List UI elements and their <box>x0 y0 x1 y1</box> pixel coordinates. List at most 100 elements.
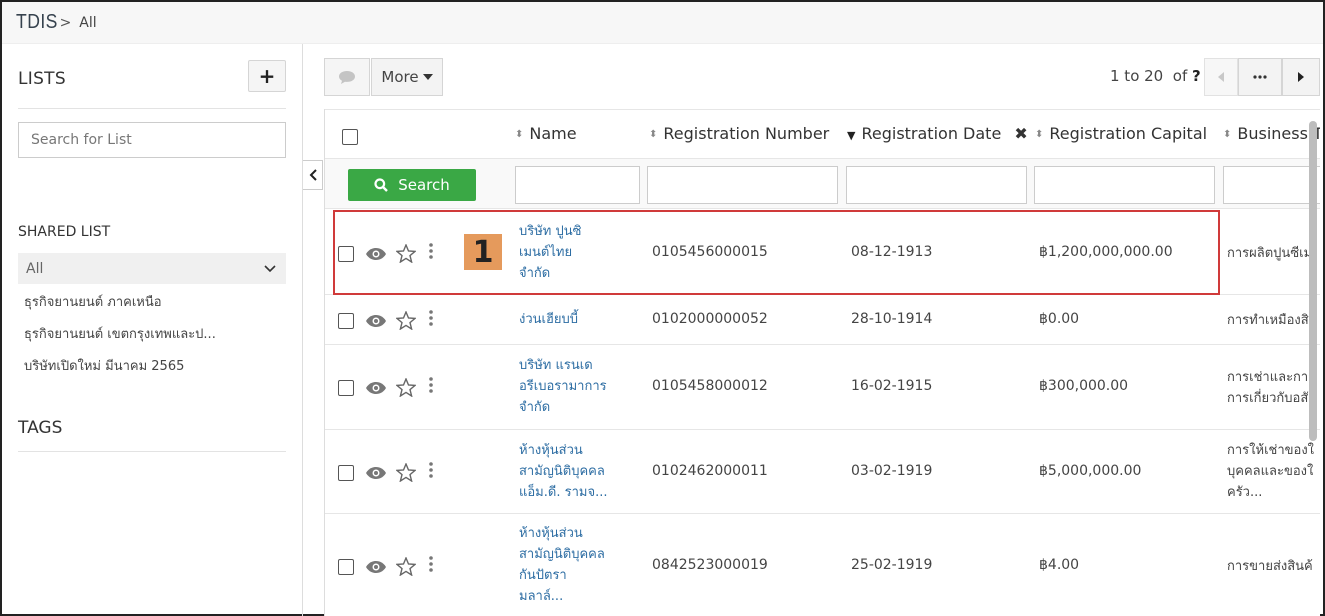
comment-button[interactable] <box>324 58 370 96</box>
name-line: มลาล์... <box>519 589 564 604</box>
clear-sort-icon[interactable]: ✖ <box>1014 124 1027 143</box>
name-line: เมนต์ไทย <box>519 245 573 260</box>
column-header-name[interactable]: ⬍ Name <box>515 124 577 143</box>
registration-capital: ฿5,000,000.00 <box>1039 463 1142 479</box>
column-header-registration-capital[interactable]: ⬍ Registration Capital <box>1035 124 1207 143</box>
row-actions <box>338 309 433 330</box>
previous-page-button[interactable] <box>1204 58 1238 96</box>
next-page-button[interactable] <box>1282 58 1320 96</box>
table-scrollbar[interactable] <box>1309 121 1317 441</box>
company-name-link[interactable]: ห้างหุ้นส่วน สามัญนิติบุคคล แอ็ม.ดี. ราม… <box>519 440 607 503</box>
sort-icon: ⬍ <box>1223 129 1232 140</box>
table-row[interactable]: ห้างหุ้นส่วน สามัญนิติบุคคล กันปัตรา มลา… <box>325 514 1320 616</box>
business-type: การผลิตปูนซีเม <box>1227 243 1312 264</box>
triangle-right-icon <box>1298 72 1304 82</box>
star-icon[interactable] <box>396 557 416 576</box>
collapse-sidebar-button[interactable] <box>303 160 323 190</box>
view-icon[interactable] <box>365 381 387 395</box>
top-bar: TDIS > All <box>2 2 1323 44</box>
table-row[interactable]: 1 บริษัท ปูนซิ เมนต์ไทย จำกัด 0105456000… <box>325 210 1320 295</box>
row-checkbox[interactable] <box>338 379 354 396</box>
star-icon[interactable] <box>396 244 416 263</box>
star-icon[interactable] <box>396 463 416 482</box>
shared-list-item[interactable]: บริษัทเปิดใหม่ มีนาคม 2565 <box>24 355 184 376</box>
divider <box>18 108 286 109</box>
ellipsis-icon <box>1253 75 1267 79</box>
row-actions <box>338 461 433 482</box>
registration-capital: ฿1,200,000,000.00 <box>1039 244 1173 260</box>
row-checkbox[interactable] <box>338 558 354 575</box>
table-row[interactable]: ง่วนเฮียบบี้ 0102000000052 28-10-1914 ฿0… <box>325 295 1320 345</box>
name-line: สามัญนิติบุคคล <box>519 464 605 479</box>
star-icon[interactable] <box>396 378 416 397</box>
business-line: ครัว... <box>1227 485 1263 500</box>
table-header: ⬍ Name ⬍ Registration Number ▼ Registration… <box>325 109 1320 159</box>
divider <box>18 451 286 452</box>
company-name-link[interactable]: บริษัท ปูนซิ เมนต์ไทย จำกัด <box>519 221 581 284</box>
column-label: Name <box>529 124 577 143</box>
table-row[interactable]: ห้างหุ้นส่วน สามัญนิติบุคคล แอ็ม.ดี. ราม… <box>325 430 1320 514</box>
registration-date: 28-10-1914 <box>851 311 933 327</box>
row-checkbox[interactable] <box>338 312 354 329</box>
column-label: Registration Capital <box>1049 124 1208 143</box>
registration-number: 0105458000012 <box>652 378 768 394</box>
name-line: ห้างหุ้นส่วน <box>519 443 583 458</box>
shared-list-item[interactable]: ธุรกิจยานยนต์ เขตกรุงเทพและป... <box>24 323 216 344</box>
kebab-menu-icon[interactable] <box>429 555 433 572</box>
name-line: อรีเบอรามาการ <box>519 379 607 394</box>
company-name-link[interactable]: บริษัท แรนเด อรีเบอรามาการ จำกัด <box>519 355 607 418</box>
name-line: ห้างหุ้นส่วน <box>519 526 583 541</box>
search-icon <box>374 178 389 192</box>
column-header-business-type[interactable]: ⬍ Business T <box>1223 124 1320 143</box>
view-icon[interactable] <box>365 560 387 574</box>
sidebar: LISTS + SHARED LIST All ธุรกิจยานยนต์ ภา… <box>2 44 303 616</box>
chevron-left-icon <box>309 169 317 181</box>
star-icon[interactable] <box>396 311 416 330</box>
page-options-button[interactable] <box>1238 58 1282 96</box>
pager-total: ? <box>1192 67 1201 85</box>
registration-date-filter-input[interactable] <box>846 166 1027 204</box>
view-icon[interactable] <box>365 466 387 480</box>
more-dropdown-button[interactable]: More <box>371 58 443 96</box>
tags-heading: TAGS <box>18 418 63 438</box>
search-button[interactable]: Search <box>348 169 476 201</box>
row-checkbox[interactable] <box>338 245 354 262</box>
column-header-registration-number[interactable]: ⬍ Registration Number <box>649 124 829 143</box>
business-line: บุคคลและของใ <box>1227 464 1314 479</box>
table-row[interactable]: บริษัท แรนเด อรีเบอรามาการ จำกัด 0105458… <box>325 345 1320 430</box>
business-type-filter-input[interactable] <box>1223 166 1320 204</box>
company-name-link[interactable]: ง่วนเฮียบบี้ <box>519 309 578 330</box>
app-brand[interactable]: TDIS <box>16 11 58 34</box>
row-checkbox[interactable] <box>338 464 354 481</box>
registration-capital-filter-input[interactable] <box>1034 166 1215 204</box>
row-actions <box>338 376 433 397</box>
company-name-link[interactable]: ห้างหุ้นส่วน สามัญนิติบุคคล กันปัตรา มลา… <box>519 523 605 607</box>
selected-list-dropdown[interactable]: All <box>18 253 286 284</box>
kebab-menu-icon[interactable] <box>429 376 433 393</box>
registration-date: 08-12-1913 <box>851 244 933 260</box>
kebab-menu-icon[interactable] <box>429 309 433 326</box>
shared-list-item[interactable]: ธุรกิจยานยนต์ ภาคเหนือ <box>24 291 162 312</box>
pager-range: 1 to 20 <box>1110 67 1164 85</box>
toolbar: More 1 to 20 of ? <box>324 58 1320 96</box>
kebab-menu-icon[interactable] <box>429 242 433 259</box>
column-header-registration-date[interactable]: ▼ Registration Date ✖ <box>847 124 1028 143</box>
add-list-button[interactable]: + <box>248 60 286 92</box>
sort-icon: ⬍ <box>515 129 524 140</box>
registration-number: 0102000000052 <box>652 311 768 327</box>
list-search-input[interactable] <box>18 122 286 158</box>
selected-list-label: All <box>26 260 44 277</box>
filter-row: Search <box>325 159 1320 209</box>
registration-number-filter-input[interactable] <box>647 166 838 204</box>
kebab-menu-icon[interactable] <box>429 461 433 478</box>
name-filter-input[interactable] <box>515 166 640 204</box>
column-label: Registration Date <box>861 124 1002 143</box>
sort-icon: ⬍ <box>1035 129 1044 140</box>
registration-capital: ฿300,000.00 <box>1039 378 1129 394</box>
registration-number: 0102462000011 <box>652 463 768 479</box>
view-icon[interactable] <box>365 314 387 328</box>
select-all-checkbox[interactable] <box>342 129 358 145</box>
view-icon[interactable] <box>365 247 387 261</box>
name-line: จำกัด <box>519 266 551 281</box>
business-type: การให้เช่าของใ บุคคลและของใ ครัว... <box>1227 440 1314 503</box>
